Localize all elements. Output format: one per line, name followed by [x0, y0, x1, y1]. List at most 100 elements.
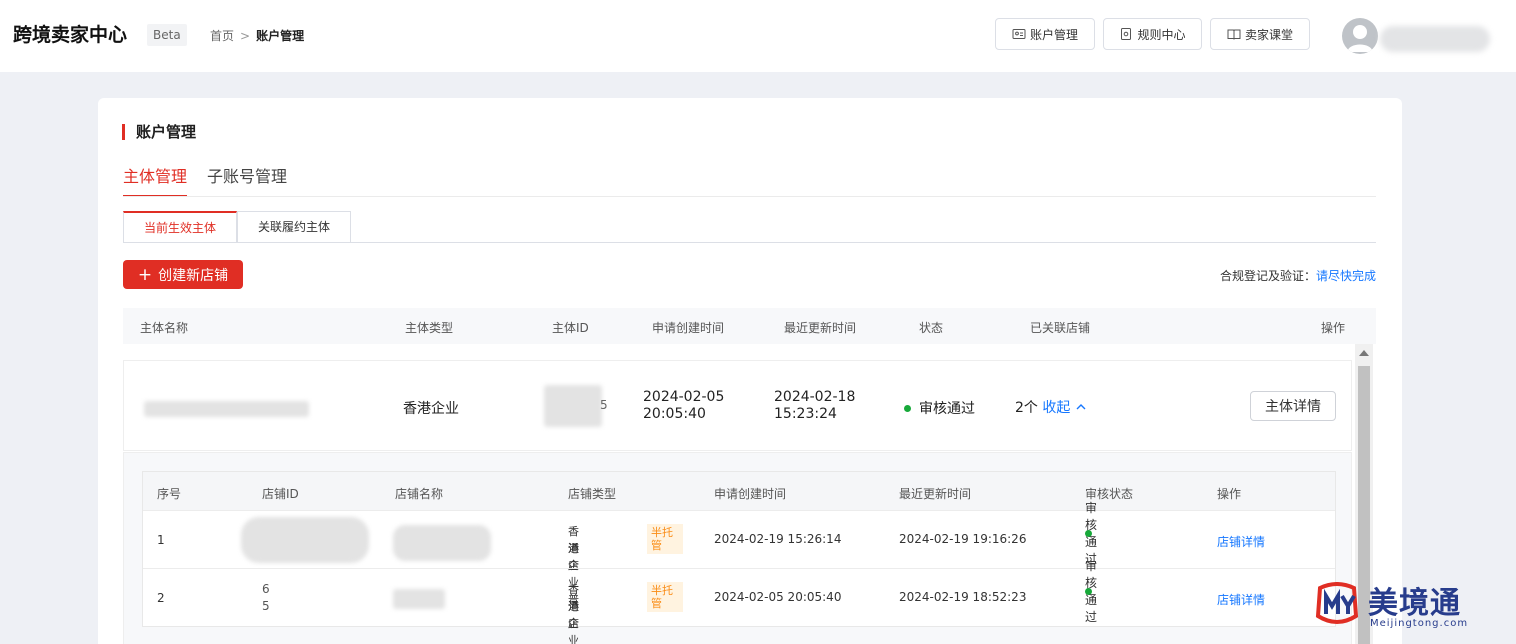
col-store-type: 店铺类型	[568, 487, 617, 501]
row-index: 2	[157, 591, 165, 605]
scroll-up-arrow-icon[interactable]	[1359, 350, 1369, 356]
table-row: 1 香港企业普 通店 半托 管 2024-02-19 15:26:14 2024…	[143, 501, 1335, 606]
account-management-card: 账户管理 主体管理 子账号管理 当前生效主体 关联履约主体 + 创建新店铺 合规…	[98, 98, 1402, 644]
beta-badge: Beta	[147, 24, 187, 46]
create-store-button[interactable]: + 创建新店铺	[123, 260, 243, 289]
collapse-toggle[interactable]: 收起	[1042, 400, 1086, 416]
tab-entity-management[interactable]: 主体管理	[123, 163, 188, 197]
entity-updated-clock: 15:23:24	[774, 406, 837, 422]
tag-line1: 半托	[651, 526, 673, 539]
user-name-redacted[interactable]	[1380, 26, 1490, 52]
entity-updated-time: 2024-02-18 15:23:24	[774, 389, 855, 423]
entity-row: 香港企业 5 2024-02-05 20:05:40 2024-02-18 15…	[123, 360, 1352, 451]
tabs-divider	[123, 196, 1376, 197]
section-title: 账户管理	[122, 124, 196, 140]
breadcrumb: 首页 > 账户管理	[210, 27, 304, 44]
col-store-id: 店铺ID	[262, 487, 299, 501]
col-entity-type: 主体类型	[405, 321, 454, 335]
entity-type-value: 香港企业	[403, 401, 459, 417]
store-created-time: 2024-02-19 15:26:14	[714, 532, 842, 546]
breadcrumb-separator: >	[240, 29, 251, 43]
col-index: 序号	[157, 487, 182, 501]
entity-id-partial: 5	[600, 398, 608, 412]
chevron-up-icon	[1076, 404, 1086, 410]
entity-status: 审核通过	[904, 398, 975, 418]
compliance-link[interactable]: 请尽快完成	[1316, 269, 1376, 283]
tag-line2: 管	[651, 597, 662, 610]
col-store-actions: 操作	[1217, 487, 1242, 501]
compliance-notice: 合规登记及验证：请尽快完成	[1220, 267, 1376, 284]
tag-line1: 半托	[651, 584, 673, 597]
stores-expanded-area: 序号 店铺ID 店铺名称 店铺类型 申请创建时间 最近更新时间 审核状态 操作 …	[123, 452, 1352, 644]
meijingtong-logo-icon	[1315, 582, 1359, 624]
table-row: 2 6 5 香港企业普 通店 半托 管 2024-02-05 20:05:40 …	[143, 559, 1335, 644]
store-id-partial-line2: 5	[262, 599, 270, 613]
store-name-redacted	[393, 525, 491, 561]
avatar[interactable]	[1342, 18, 1378, 54]
rules-center-label: 规则中心	[1137, 27, 1186, 42]
linked-stores-cell: 2个 收起	[1015, 397, 1087, 417]
entity-created-date: 2024-02-05	[643, 389, 725, 405]
breadcrumb-current: 账户管理	[256, 29, 305, 43]
sub-tabs-divider	[123, 242, 1376, 243]
rules-center-button[interactable]: 规则中心	[1103, 18, 1202, 50]
store-type-line2: 通店	[568, 600, 579, 630]
store-updated-time: 2024-02-19 19:16:26	[899, 532, 1027, 546]
entity-name-redacted	[144, 401, 309, 417]
store-detail-link[interactable]: 店铺详情	[1217, 591, 1265, 608]
store-name-redacted	[393, 589, 445, 609]
entity-table-header: 主体名称 主体类型 主体ID 申请创建时间 最近更新时间 状态 已关联店铺 操作	[123, 308, 1376, 344]
store-count: 2个	[1015, 400, 1038, 416]
col-status: 状态	[919, 321, 944, 335]
store-id-redacted	[241, 517, 369, 563]
store-id-partial-line1: 6	[262, 582, 270, 596]
tab-sub-account-management[interactable]: 子账号管理	[207, 163, 287, 197]
tag-line2: 管	[651, 539, 662, 552]
semi-managed-tag: 半托 管	[647, 524, 683, 554]
logo-text: 美境通	[1368, 586, 1461, 621]
tab-linked-fulfillment-entity[interactable]: 关联履约主体	[237, 211, 352, 243]
col-entity-id: 主体ID	[552, 321, 589, 335]
store-updated-time: 2024-02-19 18:52:23	[899, 590, 1027, 604]
store-review-status-text: 审核通过	[1085, 559, 1098, 624]
store-detail-link[interactable]: 店铺详情	[1217, 533, 1265, 550]
entity-detail-button[interactable]: 主体详情	[1250, 391, 1336, 421]
stores-table: 序号 店铺ID 店铺名称 店铺类型 申请创建时间 最近更新时间 审核状态 操作 …	[142, 471, 1336, 644]
top-bar: 跨境卖家中心 Beta 首页 > 账户管理 账户管理 规则中心 卖家课堂	[0, 0, 1516, 72]
stores-table-header: 序号 店铺ID 店铺名称 店铺类型 申请创建时间 最近更新时间 审核状态 操作	[143, 472, 1335, 510]
col-store-name: 店铺名称	[395, 487, 444, 501]
col-store-created: 申请创建时间	[714, 487, 787, 501]
entity-status-text: 审核通过	[919, 401, 975, 417]
entity-created-clock: 20:05:40	[643, 406, 706, 422]
seller-classroom-button[interactable]: 卖家课堂	[1210, 18, 1310, 50]
account-management-button[interactable]: 账户管理	[995, 18, 1095, 50]
col-actions: 操作	[1321, 321, 1346, 335]
seller-classroom-label: 卖家课堂	[1244, 27, 1293, 42]
document-icon	[1121, 28, 1132, 40]
status-dot	[904, 404, 911, 412]
main-tabs: 主体管理 子账号管理	[123, 163, 287, 197]
store-created-time: 2024-02-05 20:05:40	[714, 590, 842, 604]
semi-managed-tag: 半托 管	[647, 582, 683, 612]
col-linked-stores: 已关联店铺	[1030, 321, 1091, 335]
entity-created-time: 2024-02-05 20:05:40	[643, 389, 724, 423]
brand-title: 跨境卖家中心	[13, 24, 128, 46]
entity-updated-date: 2024-02-18	[774, 389, 856, 405]
col-store-updated: 最近更新时间	[899, 487, 972, 501]
breadcrumb-home[interactable]: 首页	[210, 29, 234, 43]
create-store-label: 创建新店铺	[158, 267, 229, 284]
col-created-time: 申请创建时间	[652, 321, 725, 335]
col-entity-name: 主体名称	[140, 321, 189, 335]
collapse-label: 收起	[1042, 400, 1071, 416]
row-index: 1	[157, 533, 165, 547]
id-card-icon	[1012, 29, 1026, 39]
account-management-label: 账户管理	[1029, 27, 1078, 42]
user-icon	[1347, 25, 1373, 52]
logo-subtext: Meijingtong.com	[1370, 618, 1469, 629]
tab-current-active-entity[interactable]: 当前生效主体	[123, 211, 238, 243]
book-icon	[1227, 29, 1241, 40]
plus-icon: +	[137, 264, 153, 285]
sub-tabs: 当前生效主体 关联履约主体	[123, 211, 352, 243]
col-updated-time: 最近更新时间	[784, 321, 857, 335]
compliance-label: 合规登记及验证：	[1219, 269, 1316, 283]
